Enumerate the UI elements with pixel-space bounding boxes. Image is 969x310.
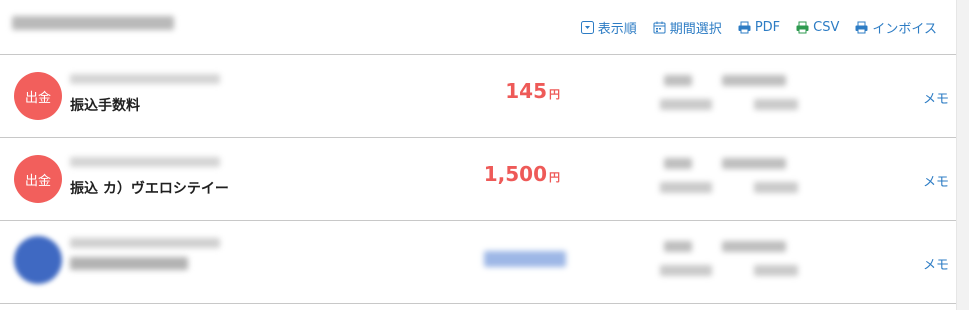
amount-value: 1,500 (483, 162, 547, 186)
scrollbar[interactable] (956, 0, 969, 310)
transaction-amount: 145 円 (505, 79, 560, 103)
invoice-button[interactable]: インボイス (855, 18, 937, 37)
memo-link[interactable]: メモ (923, 88, 949, 107)
calendar-icon (653, 21, 666, 34)
list-header: 表示順 期間選択 PDF CSV インボイス (0, 0, 957, 55)
transaction-list-page: 表示順 期間選択 PDF CSV インボイス 出金 振込手数料 145 円 メモ… (0, 0, 957, 310)
invoice-label: インボイス (872, 22, 937, 37)
csv-label: CSV (813, 20, 840, 35)
sort-order-button[interactable]: 表示順 (580, 18, 637, 37)
sort-icon (580, 21, 594, 34)
transaction-date-redacted (70, 238, 220, 248)
amount-unit: 円 (549, 88, 560, 101)
printer-icon (855, 21, 868, 34)
period-select-button[interactable]: 期間選択 (653, 18, 722, 37)
transaction-row[interactable]: 出金 振込 カ）ヴエロシテイー 1,500 円 メモ (0, 138, 957, 221)
transaction-amount: 1,500 円 (484, 162, 560, 186)
amount-unit: 円 (549, 171, 560, 184)
transaction-date-redacted (70, 74, 220, 84)
printer-icon (738, 21, 751, 34)
meta-redacted (660, 182, 712, 193)
meta-redacted (754, 99, 798, 110)
transaction-description-redacted (70, 257, 188, 270)
withdrawal-badge: 出金 (14, 72, 62, 120)
sort-order-label: 表示順 (597, 22, 637, 37)
transaction-row[interactable]: 出金 振込手数料 145 円 メモ (0, 55, 957, 138)
meta-redacted (660, 265, 712, 276)
transaction-date-redacted (70, 157, 220, 167)
meta-redacted (722, 241, 786, 252)
meta-redacted (754, 265, 798, 276)
amount-value: 145 (505, 79, 547, 103)
meta-redacted (722, 75, 786, 86)
withdrawal-badge: 出金 (14, 155, 62, 203)
account-name-redacted (12, 16, 174, 30)
meta-redacted (664, 158, 692, 169)
meta-redacted (664, 241, 692, 252)
meta-redacted (660, 99, 712, 110)
transaction-amount-redacted (484, 251, 566, 267)
transaction-row[interactable]: メモ (0, 221, 957, 304)
toolbar: 表示順 期間選択 PDF CSV インボイス (580, 18, 937, 37)
meta-redacted (664, 75, 692, 86)
transaction-description: 振込 カ）ヴエロシテイー (70, 181, 229, 197)
meta-redacted (722, 158, 786, 169)
meta-redacted (754, 182, 798, 193)
period-select-label: 期間選択 (669, 22, 722, 37)
pdf-label: PDF (754, 20, 781, 35)
deposit-badge-redacted (14, 236, 62, 284)
transaction-description: 振込手数料 (70, 98, 140, 114)
memo-link[interactable]: メモ (923, 171, 949, 190)
memo-link[interactable]: メモ (923, 254, 949, 273)
csv-button[interactable]: CSV (796, 20, 839, 35)
printer-icon (796, 21, 809, 34)
pdf-button[interactable]: PDF (738, 20, 780, 35)
